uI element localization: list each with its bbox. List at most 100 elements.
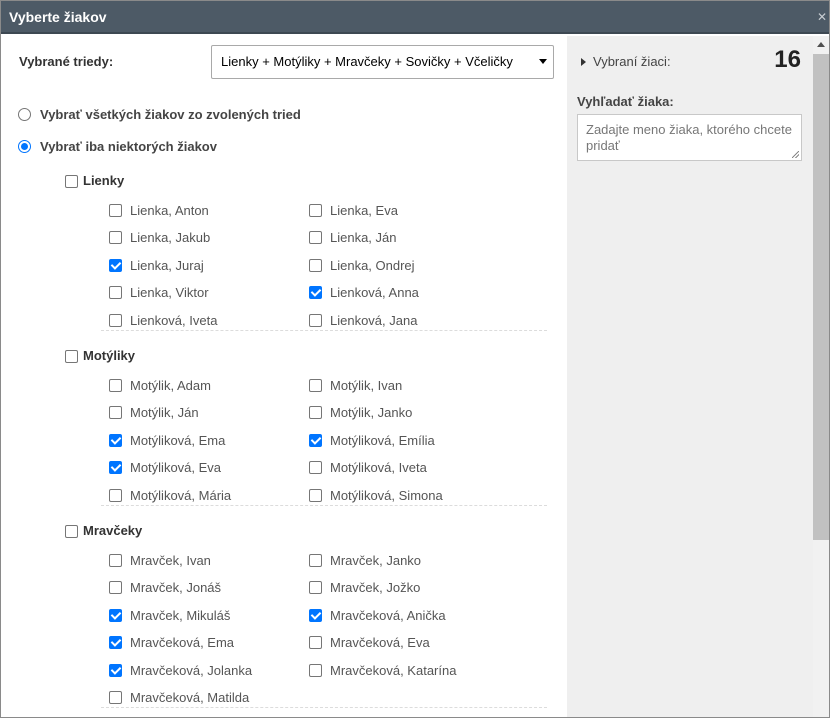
- student-checkbox[interactable]: [109, 488, 122, 502]
- student-checkbox[interactable]: [109, 461, 122, 474]
- student-checkbox[interactable]: [109, 663, 122, 677]
- student-name: Mravček, Ivan: [130, 552, 211, 568]
- dialog-title: Vyberte žiakov: [9, 9, 107, 25]
- student-item[interactable]: Mravčeková, Jolanka: [109, 662, 252, 678]
- student-item[interactable]: Motýliková, Mária: [109, 487, 231, 503]
- student-item[interactable]: Mravčeková, Ema: [109, 635, 234, 651]
- student-checkbox[interactable]: [309, 378, 322, 392]
- student-checkbox[interactable]: [309, 461, 322, 474]
- student-item[interactable]: Lienka, Ján: [309, 230, 397, 246]
- group-divider: [101, 329, 547, 331]
- student-item[interactable]: Mravček, Ivan: [109, 552, 211, 568]
- student-checkbox[interactable]: [309, 553, 322, 567]
- student-item[interactable]: Motýliková, Ema: [109, 432, 225, 448]
- student-item[interactable]: Mravček, Janko: [309, 552, 421, 568]
- select-all-radio[interactable]: [18, 107, 31, 121]
- student-checkbox[interactable]: [109, 258, 122, 272]
- student-name: Lienka, Eva: [330, 202, 398, 218]
- student-checkbox[interactable]: [109, 433, 122, 447]
- student-item[interactable]: Motýliková, Simona: [309, 487, 443, 503]
- student-name: Motýliková, Mária: [130, 487, 232, 503]
- student-item[interactable]: Mravčeková, Eva: [309, 635, 430, 651]
- group-checkbox[interactable]: [65, 350, 78, 363]
- student-name: Lienková, Jana: [330, 312, 418, 328]
- student-name: Motýliková, Iveta: [330, 460, 427, 475]
- student-checkbox[interactable]: [109, 691, 122, 704]
- student-item[interactable]: Lienka, Eva: [309, 202, 398, 218]
- student-checkbox[interactable]: [109, 313, 122, 327]
- student-item[interactable]: Motýlik, Ján: [109, 405, 199, 421]
- student-item[interactable]: Motýliková, Iveta: [309, 460, 427, 476]
- student-item[interactable]: Motýliková, Eva: [109, 460, 221, 476]
- student-checkbox[interactable]: [109, 286, 122, 299]
- student-item[interactable]: Lienka, Viktor: [109, 285, 209, 301]
- scrollbar[interactable]: [813, 36, 829, 717]
- student-item[interactable]: Mravček, Jožko: [309, 580, 420, 596]
- student-item[interactable]: Mravčeková, Matilda: [109, 690, 249, 706]
- student-name: Motýliková, Emília: [330, 432, 435, 448]
- student-name: Mravček, Mikuláš: [130, 607, 231, 623]
- student-name: Motýliková, Ema: [130, 432, 226, 448]
- student-checkbox[interactable]: [109, 378, 122, 392]
- selected-students-toggle[interactable]: Vybraní žiaci:: [581, 54, 671, 69]
- student-item[interactable]: Mravčeková, Anička: [309, 607, 446, 623]
- student-selection-pane: Vybrané triedy: Lienky + Motýliky + Mrav…: [1, 36, 567, 717]
- group-name: Motýliky: [83, 347, 136, 363]
- student-checkbox[interactable]: [109, 231, 122, 244]
- search-student-input[interactable]: Zadajte meno žiaka, ktorého chcete prida…: [577, 114, 802, 161]
- student-checkbox[interactable]: [309, 581, 322, 594]
- group-divider: [101, 504, 547, 506]
- student-checkbox[interactable]: [309, 663, 322, 677]
- group-header[interactable]: Motýliky: [65, 347, 135, 363]
- student-item[interactable]: Motýlik, Ivan: [309, 377, 402, 393]
- student-picker-dialog: Vyberte žiakov ✕ Vybrané triedy: Lienky …: [0, 0, 830, 718]
- select-some-radio[interactable]: [18, 139, 31, 153]
- student-name: Mravček, Jonáš: [130, 580, 222, 595]
- student-checkbox[interactable]: [309, 258, 322, 272]
- student-name: Lienková, Iveta: [130, 312, 218, 328]
- student-item[interactable]: Motýlik, Janko: [309, 405, 412, 421]
- group-checkbox[interactable]: [65, 175, 78, 188]
- student-checkbox[interactable]: [309, 286, 322, 299]
- student-item[interactable]: Lienka, Anton: [109, 202, 209, 218]
- student-checkbox[interactable]: [109, 581, 122, 594]
- scrollbar-thumb[interactable]: [813, 54, 829, 540]
- student-checkbox[interactable]: [309, 433, 322, 447]
- close-icon[interactable]: ✕: [817, 1, 827, 34]
- student-item[interactable]: Lienka, Ondrej: [309, 257, 415, 273]
- student-item[interactable]: Mravček, Mikuláš: [109, 607, 230, 623]
- classes-select[interactable]: Lienky + Motýliky + Mravčeky + Sovičky +…: [211, 45, 554, 79]
- student-item[interactable]: Mravčeková, Katarína: [309, 662, 456, 678]
- group-name: Lienky: [83, 172, 125, 188]
- student-checkbox[interactable]: [109, 636, 122, 649]
- student-item[interactable]: Lienka, Juraj: [109, 257, 204, 273]
- resize-grip-icon[interactable]: [792, 151, 799, 158]
- group-checkbox[interactable]: [65, 525, 78, 538]
- student-item[interactable]: Motýlik, Adam: [109, 377, 211, 393]
- group-header[interactable]: Mravčeky: [65, 522, 142, 538]
- student-checkbox[interactable]: [109, 203, 122, 217]
- student-item[interactable]: Mravček, Jonáš: [109, 580, 221, 596]
- student-checkbox[interactable]: [309, 636, 322, 649]
- group-name: Mravčeky: [83, 522, 143, 538]
- student-item[interactable]: Lienka, Jakub: [109, 230, 210, 246]
- scroll-up-icon[interactable]: [817, 42, 825, 47]
- student-item[interactable]: Motýliková, Emília: [309, 432, 435, 448]
- student-item[interactable]: Lienková, Jana: [309, 312, 417, 328]
- student-checkbox[interactable]: [309, 608, 322, 622]
- student-checkbox[interactable]: [309, 406, 322, 419]
- student-checkbox[interactable]: [309, 231, 322, 244]
- group-header[interactable]: Lienky: [65, 172, 124, 188]
- student-item[interactable]: Lienková, Anna: [309, 285, 419, 301]
- student-item[interactable]: Lienková, Iveta: [109, 312, 217, 328]
- student-checkbox[interactable]: [309, 488, 322, 502]
- student-name: Lienka, Ondrej: [330, 257, 415, 273]
- student-checkbox[interactable]: [309, 203, 322, 217]
- student-checkbox[interactable]: [109, 608, 122, 622]
- student-checkbox[interactable]: [309, 313, 322, 327]
- student-name: Lienka, Juraj: [130, 257, 204, 273]
- student-checkbox[interactable]: [109, 406, 122, 419]
- select-some-option[interactable]: Vybrať iba niektorých žiakov: [18, 137, 217, 155]
- student-checkbox[interactable]: [109, 553, 122, 567]
- select-all-option[interactable]: Vybrať všetkých žiakov zo zvolených trie…: [18, 105, 301, 123]
